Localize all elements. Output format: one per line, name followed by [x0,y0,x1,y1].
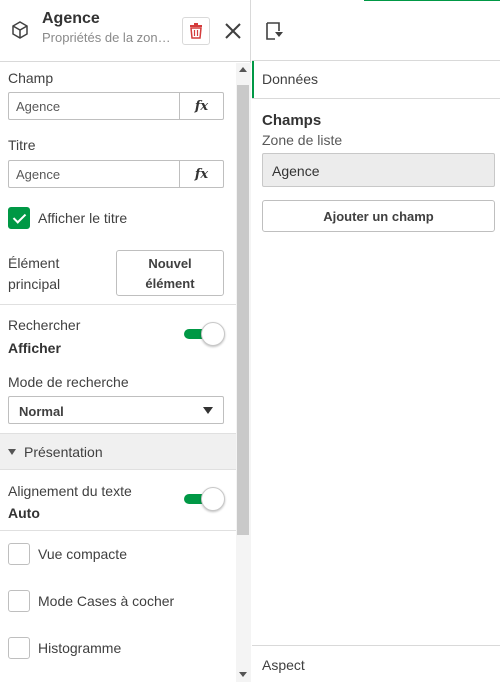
search-mode-value: Normal [19,404,64,419]
text-align-value: Auto [8,505,40,521]
new-item-button-line1: Nouvel [148,256,192,271]
compact-view-label: Vue compacte [38,546,127,562]
master-item-label-line2: principal [8,276,61,292]
chevron-down-icon [203,407,213,414]
tab-aspect[interactable]: Aspect [252,645,500,682]
divider [0,530,236,531]
fields-heading: Champs [262,112,322,129]
trash-icon [190,23,202,39]
show-title-checkbox[interactable] [8,207,30,229]
histogram-checkbox[interactable] [8,637,30,659]
new-master-item-button[interactable]: Nouvel élément [116,250,224,296]
field-item[interactable]: Agence [262,153,495,187]
toggle-knob [201,487,225,511]
scrollbar-thumb[interactable] [237,85,249,535]
champ-value: Agence [16,99,61,114]
panel-subtitle: Propriétés de la zon… [42,30,171,45]
panel-header: Agence Propriétés de la zon… [0,0,251,62]
champ-label: Champ [8,70,54,86]
presentation-section-label: Présentation [24,444,103,460]
properties-scroll-area: Champ Agence fx Titre Agence fx Afficher… [0,63,236,682]
panel-toggle-icon[interactable] [264,20,286,42]
data-panel: Données Champs Zone de liste Agence Ajou… [252,0,500,682]
close-icon [225,23,241,39]
close-button[interactable] [220,17,246,45]
text-align-label: Alignement du texte [8,483,132,499]
search-mode-select[interactable]: Normal [8,396,224,424]
caret-down-icon [8,449,16,455]
show-title-label: Afficher le titre [38,210,128,226]
toggle-knob [201,322,225,346]
data-panel-header [252,0,500,61]
histogram-label: Histogramme [38,640,122,656]
new-item-button-line2: élément [145,276,195,291]
tab-active-indicator [252,61,254,98]
titre-expression-button[interactable]: fx [179,161,223,187]
properties-panel: Agence Propriétés de la zon… Champ Agenc… [0,0,251,682]
fields-subheading: Zone de liste [262,132,343,148]
tab-aspect-label: Aspect [262,657,305,673]
search-toggle[interactable] [183,322,225,346]
champ-input[interactable]: Agence fx [8,92,224,120]
search-label: Rechercher [8,317,81,333]
tab-data-label: Données [262,71,319,87]
tab-data[interactable]: Données [252,61,500,99]
text-align-toggle[interactable] [183,487,225,511]
search-value: Afficher [8,340,61,356]
titre-label: Titre [8,137,36,153]
champ-expression-button[interactable]: fx [179,93,223,119]
presentation-section-header[interactable]: Présentation [0,433,236,470]
field-item-label: Agence [272,163,320,179]
panel-title: Agence [42,10,100,27]
delete-button[interactable] [182,17,210,45]
scroll-up-icon[interactable] [239,67,247,72]
checkbox-mode-checkbox[interactable] [8,590,30,612]
cube-icon [12,21,28,39]
add-field-button[interactable]: Ajouter un champ [262,200,495,232]
scroll-down-icon[interactable] [239,672,247,677]
titre-input[interactable]: Agence fx [8,160,224,188]
search-mode-label: Mode de recherche [8,374,129,390]
checkbox-mode-label: Mode Cases à cocher [38,593,175,609]
divider [0,304,236,305]
vertical-scrollbar[interactable] [236,63,251,682]
compact-view-checkbox[interactable] [8,543,30,565]
titre-value: Agence [16,167,61,182]
master-item-label-line1: Élément [8,255,60,271]
